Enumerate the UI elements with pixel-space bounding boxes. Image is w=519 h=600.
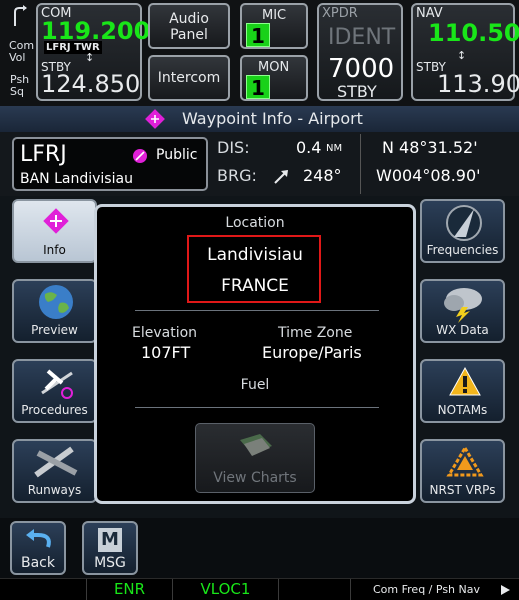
status-cell-empty: [0, 579, 86, 600]
mon-button[interactable]: MON 1: [240, 55, 308, 101]
mon-indicator: 1: [246, 75, 270, 100]
storm-cloud-icon: [444, 288, 482, 323]
elevation-label: Elevation: [132, 325, 198, 341]
radio-bar: Com Vol Psh Sq COM 119.200 LFRJ TWR ↕ STBY…: [0, 0, 519, 106]
xpdr-box[interactable]: XPDR IDENT 7000 STBY: [317, 3, 403, 101]
waypoint-diamond-icon: [43, 208, 69, 234]
mic-indicator: 1: [246, 23, 270, 48]
waypoint-ident: LFRJ: [20, 142, 67, 167]
mic-button[interactable]: MIC 1: [240, 3, 308, 49]
longitude: W004°08.90': [376, 166, 481, 185]
notams-button[interactable]: NOTAMs: [420, 359, 505, 423]
msg-button[interactable]: M MSG: [82, 521, 138, 575]
waypoint-header: LFRJ Public BAN Landivisiau DIS: 0.4 NM …: [0, 132, 519, 196]
distance-value: 0.4: [296, 138, 322, 157]
back-arrow-icon: [26, 529, 51, 548]
procedures-button[interactable]: Procedures: [12, 359, 97, 423]
airport-info-popup: Location Landivisiau FRANCE Elevation 10…: [94, 204, 416, 504]
com-standby-frequency: 124.850: [41, 70, 141, 98]
distance-unit: NM: [326, 143, 343, 154]
antenna-icon: [446, 205, 482, 241]
nav-swap-icon: ↕: [457, 49, 467, 62]
divider: [360, 134, 361, 194]
runways-button[interactable]: Runways: [12, 439, 97, 503]
location-city: Landivisiau: [207, 245, 303, 265]
location-label: Location: [225, 215, 285, 231]
latitude: N 48°31.52': [382, 138, 478, 157]
warning-triangle-icon: [449, 366, 481, 396]
airplane-approach-icon: [41, 369, 73, 399]
com-radio-box[interactable]: COM 119.200 LFRJ TWR ↕ STBY 124.850: [36, 3, 150, 101]
nrst-vrps-button[interactable]: NRST VRPs: [420, 439, 505, 503]
view-charts-button[interactable]: View Charts: [195, 423, 315, 493]
audio-panel-button[interactable]: Audio Panel: [148, 3, 230, 49]
preview-button[interactable]: Preview: [12, 279, 97, 343]
status-cell-empty: [278, 579, 350, 600]
frequencies-button[interactable]: Frequencies: [420, 199, 505, 263]
timezone-value: Europe/Paris: [262, 343, 362, 362]
bottom-button-bar: Back M MSG: [0, 518, 519, 578]
airport-type: Public: [156, 147, 198, 163]
elevation-value: 107FT: [141, 343, 191, 362]
psh-sq-label: Psh Sq: [10, 73, 30, 98]
globe-icon: [39, 285, 73, 319]
divider: [135, 310, 379, 311]
info-button[interactable]: Info: [12, 199, 97, 263]
airport-name: BAN Landivisiau: [20, 171, 133, 187]
waypoint-diamond-icon: [145, 109, 165, 129]
intercom-button[interactable]: Intercom: [148, 55, 230, 101]
arrow-right-icon: [501, 585, 510, 595]
fuel-label: Fuel: [240, 377, 270, 393]
squawk-code: 7000: [328, 54, 395, 84]
ident-label: IDENT: [328, 25, 396, 50]
bearing-arrow-icon: [274, 170, 288, 184]
waypoint-ident-button[interactable]: LFRJ Public BAN Landivisiau: [12, 137, 208, 191]
nav-active-frequency: 110.50: [428, 19, 519, 47]
msg-icon: M: [98, 528, 122, 552]
back-button[interactable]: Back: [10, 521, 66, 575]
distance-label: DIS:: [217, 138, 250, 157]
vrp-triangle-icon: [446, 445, 484, 477]
page-title: Waypoint Info - Airport: [182, 109, 363, 128]
bearing-label: BRG:: [217, 166, 257, 185]
divider: [135, 407, 379, 408]
bearing-value: 248°: [303, 166, 342, 185]
enr-mode: ENR: [86, 579, 172, 600]
swap-icon: ↕: [85, 51, 95, 64]
timezone-label: Time Zone: [278, 325, 353, 341]
xpdr-mode: STBY: [337, 82, 377, 101]
wx-data-button[interactable]: WX Data: [420, 279, 505, 343]
location-country: FRANCE: [221, 276, 289, 296]
xpdr-label: XPDR: [322, 6, 358, 21]
knob-hint: Com Freq / Psh Nav: [350, 579, 519, 600]
vloc-mode: VLOC1: [172, 579, 278, 600]
page-title-bar: Waypoint Info - Airport: [0, 106, 519, 132]
com-active-frequency: 119.200: [41, 17, 151, 45]
status-bar: ENR VLOC1 Com Freq / Psh Nav: [0, 578, 519, 600]
knob-rotate-icon: [14, 5, 27, 26]
com-vol-label: Com Vol: [9, 39, 35, 64]
nav-standby-frequency: 113.90: [437, 70, 519, 98]
nav-radio-box[interactable]: NAV 110.50 ↕ STBY 113.90: [411, 3, 519, 101]
runways-icon: [34, 446, 78, 478]
public-airport-icon: [133, 149, 147, 163]
charts-icon: [240, 434, 272, 456]
